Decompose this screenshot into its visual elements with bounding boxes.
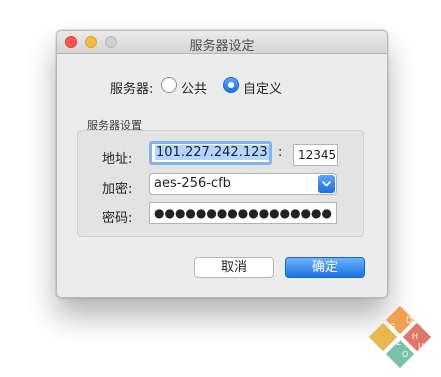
address-value: 101.227.242.123 <box>155 145 269 160</box>
watermark-letter-s: S <box>390 323 396 333</box>
password-label: 密码: <box>102 211 133 226</box>
cancel-button[interactable]: 取消 <box>194 257 274 278</box>
radio-custom-label[interactable]: 自定义 <box>243 78 282 97</box>
watermark-letter-h: H <box>412 332 418 341</box>
window-title: 服务器设定 <box>189 39 255 54</box>
server-settings-window: 服务器设定 服务器: 公共 自定义 服务器设置 地址: 101.227.242.… <box>56 30 388 298</box>
encryption-label: 加密: <box>102 182 133 197</box>
watermark-logo: S D Z H O U <box>368 305 432 369</box>
address-label: 地址: <box>102 152 133 167</box>
watermark-letter-o: O <box>402 350 408 359</box>
title-bar[interactable]: 服务器设定 <box>57 31 387 54</box>
encryption-select[interactable]: aes-256-cfb <box>149 173 337 195</box>
watermark-letter-d: D <box>406 316 413 326</box>
encryption-value: aes-256-cfb <box>154 176 231 191</box>
watermark-letter-z: Z <box>396 338 402 347</box>
radio-public-label[interactable]: 公共 <box>181 78 207 97</box>
chevron-down-icon[interactable] <box>318 175 335 193</box>
ok-button[interactable]: 确定 <box>285 257 365 278</box>
radio-public[interactable] <box>161 77 177 93</box>
port-field[interactable]: 12345 <box>293 144 338 166</box>
address-field[interactable]: 101.227.242.123 <box>149 141 272 165</box>
password-field[interactable]: ●●●●●●●●●●●●●●●●● <box>149 202 337 224</box>
port-separator: : <box>278 145 283 160</box>
radio-custom[interactable] <box>223 77 239 93</box>
server-type-label: 服务器: <box>110 82 154 97</box>
watermark-letter-u: U <box>418 342 424 351</box>
